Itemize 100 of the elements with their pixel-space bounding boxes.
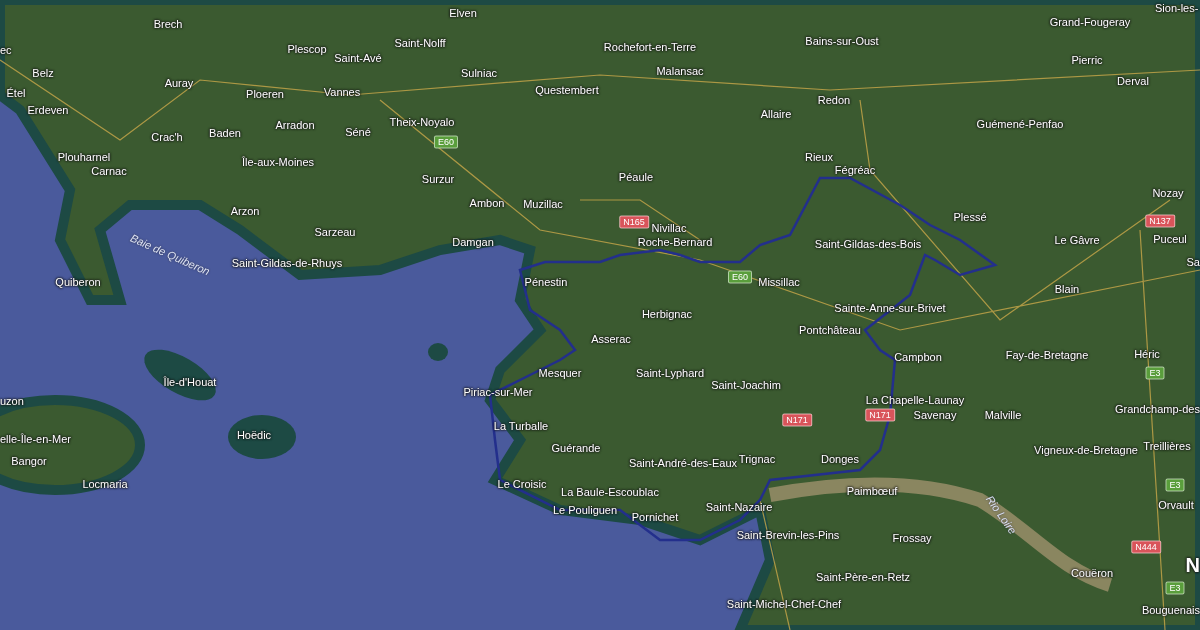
place-label: Elven [449,6,477,20]
place-label: Rieux [804,150,834,164]
place-label: Plouharnel [57,150,111,164]
place-label: Péaule [618,170,654,184]
place-label: Le Gâvre [1054,233,1100,247]
place-label: Saint-Lyphard [635,366,705,380]
place-label: Le Pouliguen [552,503,618,517]
place-label: Mesquer [538,366,582,380]
place-label: Saint-Brevin-les-Pins [736,528,840,542]
road-shield: N137 [1145,214,1175,228]
place-label: Redon [817,93,851,107]
place-label: Vannes [323,85,361,99]
place-label: Treillières [1143,439,1191,453]
place-label: Nozay [1152,186,1184,200]
place-label: Donges [821,452,859,466]
place-label: Malville [984,408,1022,422]
place-label: Sa [1186,255,1200,269]
place-label: Hoëdic [236,428,272,442]
place-label: ec [0,43,12,57]
place-label: Piriac-sur-Mer [463,385,533,399]
place-label: Saint-André-des-Eaux [628,456,738,470]
place-label: Asserac [591,332,631,346]
place-label: Plessé [953,210,987,224]
place-label: Étel [6,86,26,100]
place-label: Sarzeau [314,225,356,239]
place-label: Saint-Gildas-de-Rhuys [231,256,343,270]
place-label: Ploeren [246,87,284,101]
place-label: Plescop [287,42,327,56]
place-label: Saint-Avé [334,51,382,65]
place-label: La Chapelle-Launay [865,393,965,407]
place-label: Couëron [1070,566,1114,580]
place-label: Rochefort-en-Terre [603,40,697,54]
place-label: Baden [209,126,241,140]
place-label: Herbignac [641,307,693,321]
place-label: Questembert [535,83,599,97]
road-shield: N171 [782,413,812,427]
place-label: Saint-Nolff [394,36,446,50]
place-label: Île-aux-Moines [241,155,315,169]
road-shield: E60 [728,270,752,284]
place-label: Guémené-Penfao [976,117,1064,131]
road-shield: E3 [1165,478,1185,492]
place-label: Carnac [91,164,127,178]
place-label: Malansac [656,64,704,78]
place-label: Crac'h [151,130,183,144]
place-label: Saint-Joachim [711,378,781,392]
place-label: Pontchâteau [799,323,861,337]
road-shield: E3 [1165,581,1185,595]
place-label: La Baule-Escoublac [561,485,659,499]
place-label: Nivillac [651,221,687,235]
place-label: Puceul [1153,232,1187,246]
place-label: Savenay [913,408,957,422]
place-label: Orvault [1158,498,1194,512]
place-label: Séné [345,125,371,139]
place-label: Belz [32,66,54,80]
place-label: Héric [1134,347,1160,361]
place-label: elle-Île-en-Mer [0,432,71,446]
place-label: Sainte-Anne-sur-Brivet [834,301,946,315]
place-label: Theix-Noyalo [389,115,455,129]
place-label: N [1185,554,1200,576]
road-shield: N165 [619,215,649,229]
place-label: Saint-Nazaire [705,500,773,514]
place-label: Grandchamp-des [1115,402,1200,416]
road-shield: E60 [434,135,458,149]
place-label: Saint-Gildas-des-Bois [814,237,922,251]
road-shield: N444 [1131,540,1161,554]
place-label: Arradon [275,118,315,132]
place-label: Frossay [892,531,932,545]
place-label: Pénestin [524,275,568,289]
place-label: Paimbœuf [846,484,898,498]
place-label: Locmaria [82,477,128,491]
place-label: uzon [0,394,24,408]
place-label: La Turballe [493,419,549,433]
place-label: Bangor [11,454,47,468]
place-label: Île-d'Houat [163,375,217,389]
place-label: Guérande [551,441,601,455]
place-label: Campbon [894,350,942,364]
place-label: Roche-Bernard [637,235,713,249]
place-label: Le Croisic [497,477,547,491]
place-label: Muzillac [523,197,563,211]
place-label: Erdeven [27,103,69,117]
place-label: Sulniac [460,66,498,80]
place-label: Saint-Père-en-Retz [815,570,911,584]
place-label: Sion-les- [1155,1,1199,15]
place-label: Derval [1117,74,1149,88]
road-shield: E3 [1145,366,1165,380]
place-label: Brech [153,17,183,31]
place-label: Missillac [758,275,800,289]
place-label: Fay-de-Bretagne [1005,348,1089,362]
place-label: Quiberon [55,275,101,289]
place-label: Blain [1054,282,1080,296]
road-shield: N171 [865,408,895,422]
place-label: Auray [164,76,194,90]
place-label: Ambon [469,196,505,210]
place-label: Pornichet [631,510,679,524]
place-label: Vigneux-de-Bretagne [1034,443,1138,457]
place-label: Arzon [230,204,260,218]
place-label: Allaire [760,107,792,121]
place-label: Surzur [421,172,455,186]
place-label: Grand-Fougeray [1049,15,1131,29]
place-label: Bouguenais [1141,603,1200,617]
